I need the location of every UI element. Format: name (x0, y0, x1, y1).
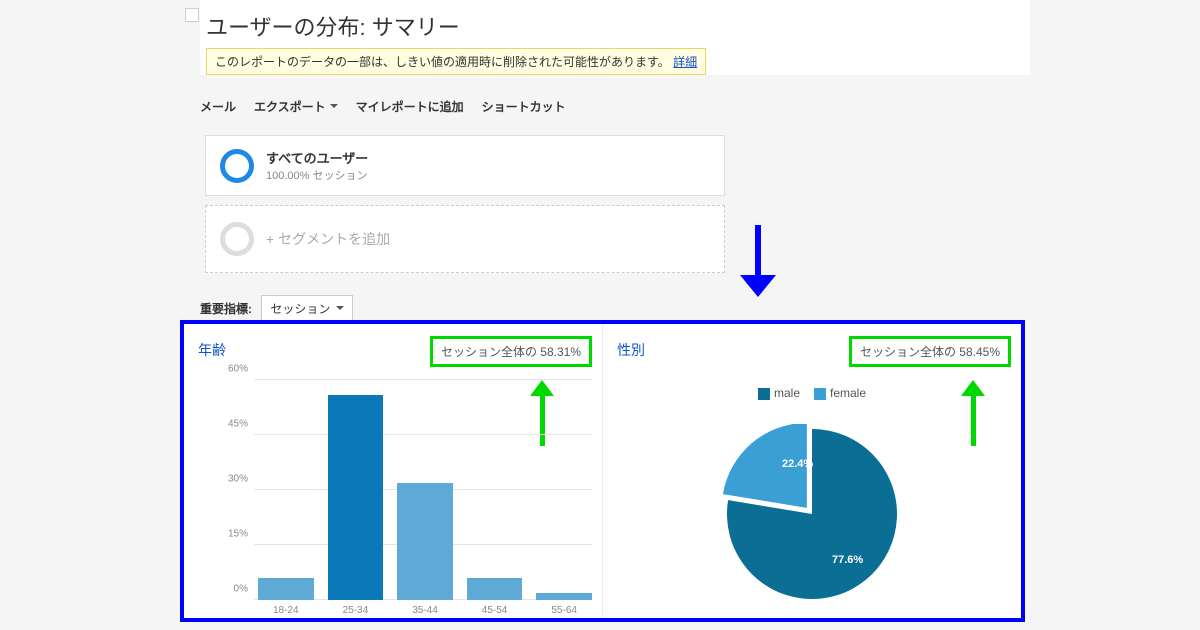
annotation-arrow-up-gender (961, 380, 985, 446)
segment-all-users[interactable]: すべてのユーザー 100.00% セッション (205, 135, 725, 196)
banner-text: このレポートのデータの一部は、しきい値の適用時に削除された可能性があります。 (215, 55, 670, 69)
segment-ring-icon (220, 149, 254, 183)
gender-pie-chart: 77.6% 22.4% (722, 424, 902, 609)
page-title: ユーザーの分布: サマリー (206, 10, 1030, 42)
age-xlabel-18-24: 18-24 (258, 605, 314, 616)
export-button[interactable]: エクスポート (254, 98, 338, 115)
metric-selector[interactable]: セッション (261, 295, 353, 322)
segment-sub: 100.00% セッション (266, 167, 368, 183)
annotation-arrow-down (740, 225, 776, 297)
pie-label-female: 22.4% (782, 458, 813, 470)
sidebar-toggle-stub[interactable] (185, 8, 199, 22)
age-bar-55-64[interactable] (536, 593, 592, 600)
add-segment-label: + セグメントを追加 (266, 229, 390, 249)
gender-chart-panel: 性別 セッション全体の 58.45% male female 77.6% 22.… (603, 324, 1021, 618)
age-bar-chart: 0% 15% 30% 45% 60% (214, 380, 592, 600)
banner-detail-link[interactable]: 詳細 (673, 55, 697, 69)
age-bar-18-24[interactable] (258, 578, 314, 600)
segment-label: すべてのユーザー (266, 148, 368, 167)
age-xlabel-25-34: 25-34 (328, 605, 384, 616)
pie-label-male: 77.6% (832, 554, 863, 566)
age-chart-panel: 年齢 セッション全体の 58.31% 0% 15% 30% 45% 60% 18… (184, 324, 603, 618)
add-segment-button[interactable]: + セグメントを追加 (205, 205, 725, 273)
age-bar-25-34[interactable] (328, 395, 384, 600)
add-segment-ring-icon (220, 222, 254, 256)
age-xlabel-55-64: 55-64 (536, 605, 592, 616)
age-coverage-badge: セッション全体の 58.31% (430, 336, 592, 367)
age-xlabel-45-54: 45-54 (467, 605, 523, 616)
legend-female: female (814, 386, 866, 400)
gender-coverage-badge: セッション全体の 58.45% (849, 336, 1011, 367)
metric-row: 重要指標: セッション (200, 295, 353, 322)
age-bar-35-44[interactable] (397, 483, 453, 600)
add-to-myreport-button[interactable]: マイレポートに追加 (356, 98, 464, 115)
age-bar-45-54[interactable] (467, 578, 523, 600)
metric-label: 重要指標: (200, 302, 252, 316)
legend-male: male (758, 386, 800, 400)
report-header: ユーザーの分布: サマリー このレポートのデータの一部は、しきい値の適用時に削除… (200, 0, 1030, 75)
gender-legend: male female (758, 386, 866, 400)
report-toolbar: メール エクスポート マイレポートに追加 ショートカット (200, 98, 566, 115)
threshold-warning-banner: このレポートのデータの一部は、しきい値の適用時に削除された可能性があります。 詳… (206, 48, 706, 75)
mail-button[interactable]: メール (200, 98, 236, 115)
charts-highlight-frame: 年齢 セッション全体の 58.31% 0% 15% 30% 45% 60% 18… (180, 320, 1025, 622)
shortcut-button[interactable]: ショートカット (482, 98, 566, 115)
age-xlabel-35-44: 35-44 (397, 605, 453, 616)
